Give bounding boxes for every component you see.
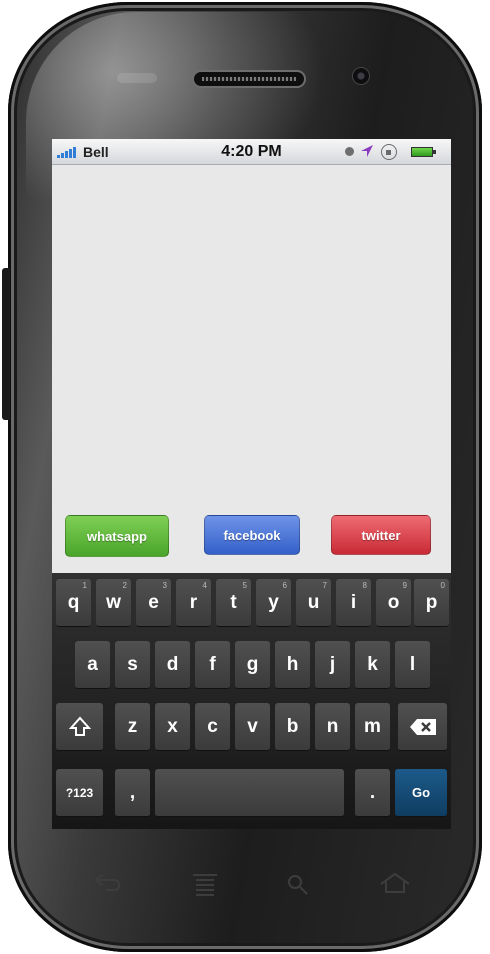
key-q[interactable]: q1 [56,579,91,627]
front-camera-icon [352,67,370,85]
key-hint: 7 [322,581,327,590]
menu-nav-icon[interactable] [190,872,220,898]
soft-keyboard: q1 w2 e3 r4 t5 y6 u7 i8 o9 p0 a s d f g … [52,573,451,829]
home-nav-icon[interactable] [378,872,412,894]
key-z[interactable]: z [115,703,150,751]
key-hint: 3 [162,581,167,590]
status-icons [345,144,445,160]
key-i[interactable]: i8 [336,579,371,627]
key-s[interactable]: s [115,641,150,689]
key-hint: 4 [202,581,207,590]
key-label: y [268,591,279,613]
key-l[interactable]: l [395,641,430,689]
shift-key[interactable] [56,703,103,751]
key-t[interactable]: t5 [216,579,251,627]
key-label: q [67,591,80,613]
key-m[interactable]: m [355,703,390,751]
key-hint: 1 [82,581,87,590]
location-arrow-icon [361,145,373,157]
key-f[interactable]: f [195,641,230,689]
key-e[interactable]: e3 [136,579,171,627]
screen: Bell 4:20 PM whatsapp facebook twitter q… [52,139,451,829]
backspace-key[interactable] [398,703,447,751]
side-volume-button [2,268,10,420]
key-x[interactable]: x [155,703,190,751]
facebook-button[interactable]: facebook [204,515,300,555]
key-o[interactable]: o9 [376,579,411,627]
key-hint: 0 [440,581,445,590]
key-hint: 5 [242,581,247,590]
shift-arrow-icon [68,716,91,736]
proximity-sensor [117,73,157,83]
key-y[interactable]: y6 [256,579,291,627]
twitter-button[interactable]: twitter [331,515,431,555]
key-j[interactable]: j [315,641,350,689]
key-label: e [148,591,159,613]
key-hint: 9 [402,581,407,590]
key-label: o [387,591,400,613]
go-key[interactable]: Go [395,769,447,817]
battery-icon [411,147,436,157]
alarm-icon [345,147,354,156]
key-w[interactable]: w2 [96,579,131,627]
key-u[interactable]: u7 [296,579,331,627]
key-p[interactable]: p0 [414,579,449,627]
backspace-icon [409,718,436,735]
key-label: w [106,591,121,613]
key-b[interactable]: b [275,703,310,751]
status-bar: Bell 4:20 PM [52,139,451,165]
space-key[interactable] [155,769,344,817]
earpiece-speaker [192,70,306,88]
key-k[interactable]: k [355,641,390,689]
key-a[interactable]: a [75,641,110,689]
key-label: r [189,591,198,613]
back-nav-icon[interactable] [92,872,122,894]
key-label: p [425,591,438,613]
key-d[interactable]: d [155,641,190,689]
key-hint: 6 [282,581,287,590]
key-hint: 2 [122,581,127,590]
comma-key[interactable]: , [115,769,150,817]
whatsapp-button[interactable]: whatsapp [65,515,169,557]
search-nav-icon[interactable] [285,872,311,896]
key-hint: 8 [362,581,367,590]
rotation-lock-icon [381,144,397,160]
symbols-key[interactable]: ?123 [56,769,103,817]
key-r[interactable]: r4 [176,579,211,627]
key-h[interactable]: h [275,641,310,689]
key-n[interactable]: n [315,703,350,751]
period-key[interactable]: . [355,769,390,817]
key-c[interactable]: c [195,703,230,751]
key-v[interactable]: v [235,703,270,751]
key-label: i [350,591,357,613]
key-label: t [230,591,237,613]
key-label: u [307,591,320,613]
key-g[interactable]: g [235,641,270,689]
